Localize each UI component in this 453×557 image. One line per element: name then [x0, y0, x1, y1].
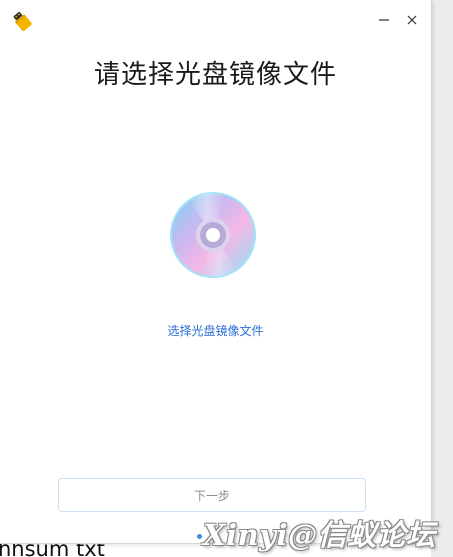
image-selector-window: 请选择光盘镜像文件 选择光盘镜像文件 下一步: [0, 0, 432, 544]
usb-drive-icon: [11, 10, 33, 32]
next-button[interactable]: 下一步: [58, 478, 366, 512]
page-title: 请选择光盘镜像文件: [93, 60, 337, 90]
minimize-icon: [379, 19, 389, 21]
screen: hhsum txt 请选择光盘镜像文件 选择光盘镜像文件 下一步 Xinyi@信…: [0, 0, 453, 557]
select-image-link[interactable]: 选择光盘镜像文件: [0, 322, 431, 339]
optical-disc-icon[interactable]: [169, 191, 257, 279]
watermark-text: Xinyi@信蚁论坛: [203, 518, 436, 552]
desktop-background: [431, 0, 453, 557]
step-indicator-dot: [197, 534, 202, 539]
close-button[interactable]: [402, 10, 422, 30]
close-icon: [407, 15, 417, 25]
minimize-button[interactable]: [374, 10, 394, 30]
